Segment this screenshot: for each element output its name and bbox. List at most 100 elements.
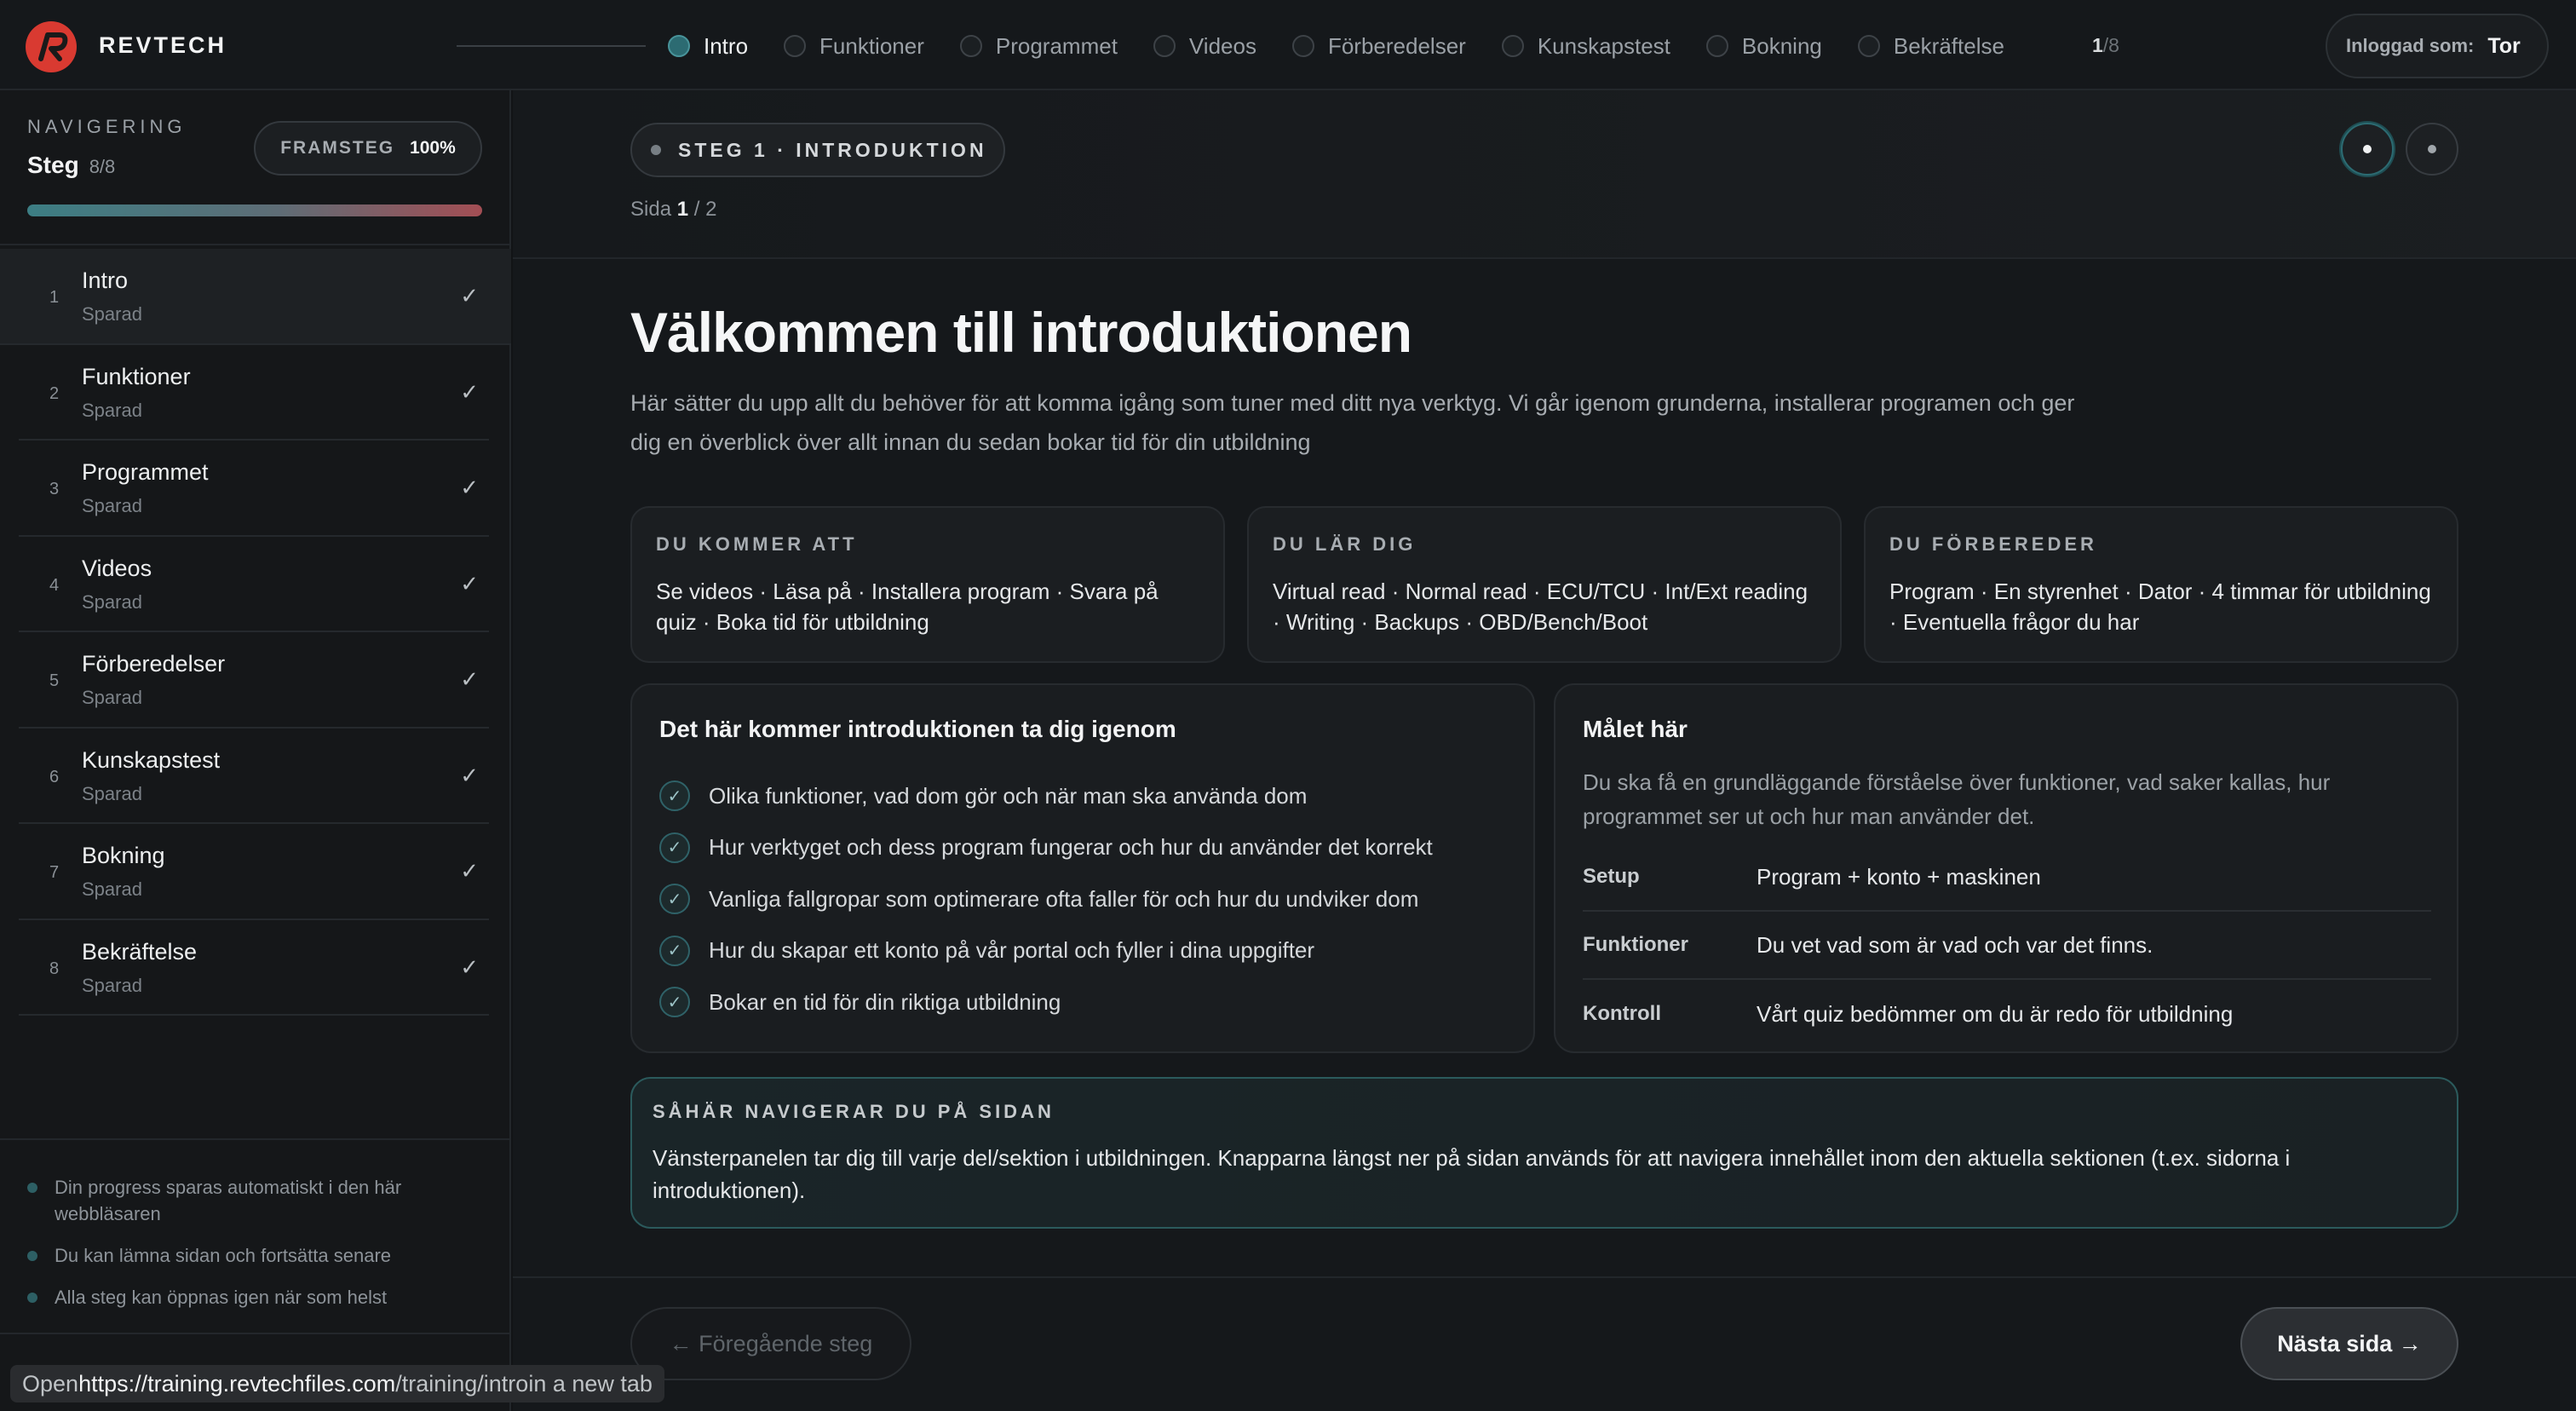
sidebar-item-status: Sparad [82,782,142,804]
step-label: Bokning [1741,32,1822,59]
check-circle-icon: ✓ [659,832,690,863]
sidebar-item-videos[interactable]: 4 Videos Sparad ✓ [19,537,489,632]
sidebar-item-number: 5 [49,671,60,690]
check-icon: ✓ [460,953,479,980]
sidebar-item-funktioner[interactable]: 2 Funktioner Sparad ✓ [19,345,489,441]
step-label: Videos [1188,32,1256,59]
note-item: Du kan lämna sidan och fortsätta senare [0,1242,511,1269]
step-videos[interactable]: Videos [1153,33,1256,60]
checklist: ✓ Olika funktioner, vad dom gör och när m… [659,770,1433,1028]
check-icon: ✓ [460,762,479,788]
progress-value: 100% [410,138,456,158]
sidebar-item-number: 2 [49,383,60,403]
check-icon: ✓ [460,570,479,596]
link-preview-suffix: in a new tab [528,1370,653,1397]
sidebar-item-number: 6 [49,767,60,786]
goal-key: Kontroll [1583,1002,1661,1025]
steg-count: 8/8 [89,156,116,177]
step-kunskapstest[interactable]: Kunskapstest [1501,33,1670,60]
info-card: DU LÄR DIG Virtual read · Normal read · … [1247,506,1842,663]
page-dot-icon [2363,145,2372,153]
step-forberedelser[interactable]: Förberedelser [1291,33,1466,60]
note-text: Du kan lämna sidan och fortsätta senare [55,1245,392,1266]
goal-key: Setup [1583,865,1640,888]
previous-step-button[interactable]: ← Föregående steg [630,1307,911,1380]
sidebar-step-list: 1 Intro Sparad ✓ 2 Funktioner Sparad ✓ 3… [0,249,511,1016]
checklist-item: ✓ Olika funktioner, vad dom gör och när m… [659,770,1433,822]
checklist-item-text: Vanliga fallgropar som optimerare ofta f… [709,885,1419,912]
step-funktioner[interactable]: Funktioner [784,33,924,60]
link-preview-prefix: Open [22,1370,79,1397]
checklist-item-text: Olika funktioner, vad dom gör och när ma… [709,782,1308,809]
sidebar-item-intro[interactable]: 1 Intro Sparad ✓ [0,249,511,345]
step-label: Intro [704,32,749,59]
sidebar-item-forberedelser[interactable]: 5 Förberedelser Sparad ✓ [19,632,489,729]
page-label: Sida [630,198,672,221]
sidebar-item-status: Sparad [82,495,142,516]
sidebar-item-bekraftelse[interactable]: 8 Bekräftelse Sparad ✓ [19,920,489,1016]
checklist-panel: Det här kommer introduktionen ta dig ige… [630,683,1535,1053]
check-icon: ✓ [460,666,479,692]
next-page-button[interactable]: Nästa sida → [2240,1307,2458,1380]
step-dot-icon [668,35,690,57]
link-preview-tooltip: Open https://training.revtechfiles.com/t… [10,1365,664,1402]
page-current: 1 [676,198,689,221]
checklist-item: ✓ Bokar en tid för din riktiga utbildning [659,976,1433,1028]
sidebar-item-label: Förberedelser [82,651,226,677]
goal-key: Funktioner [1583,933,1688,956]
step-bekraftelse[interactable]: Bekräftelse [1857,32,2004,60]
progress-bar-fill [27,204,482,216]
page-total: / 2 [688,198,717,221]
user-badge[interactable]: Inloggad som: Tor [2326,14,2549,78]
sidebar-item-bokning[interactable]: 7 Bokning Sparad ✓ [19,824,489,920]
bullet-icon [27,1251,37,1261]
top-bar: REVTECH Intro Funktioner Programmet Vide… [0,0,2576,90]
goal-value: Du vet vad som är vad och var det finns. [1757,931,2153,958]
step-dot-icon [1501,35,1524,57]
note-text: Alla steg kan öppnas igen när som helst [55,1287,388,1308]
sidebar-item-programmet[interactable]: 3 Programmet Sparad ✓ [19,441,489,537]
sidebar-item-status: Sparad [82,399,142,421]
step-counter-current: 1 [2092,34,2103,56]
goal-value: Program + konto + maskinen [1757,863,2041,890]
step-programmet[interactable]: Programmet [959,33,1118,60]
main-content: STEG 1 · INTRODUKTION Sida 1 / 2 Välkomm… [513,90,2576,1411]
page-indicator: Sida 1 / 2 [630,198,716,222]
revtech-logo-icon[interactable] [26,21,77,72]
step-dot-icon [1153,35,1176,57]
sidebar-item-label: Bekräftelse [82,938,198,965]
check-circle-icon: ✓ [659,780,690,812]
bullet-icon [27,1293,37,1303]
sidebar-item-label: Bokning [82,843,165,868]
bullet-icon [27,1183,37,1193]
section-badge-label: STEG 1 · INTRODUKTION [678,138,987,161]
user-label: Inloggad som: [2346,35,2475,56]
sidebar-item-kunskapstest[interactable]: 6 Kunskapstest Sparad ✓ [19,729,489,824]
check-icon: ✓ [460,378,479,405]
page-dot-icon [2428,145,2436,153]
brand-name: REVTECH [99,32,227,58]
step-intro[interactable]: Intro [668,33,748,60]
page-dot-1[interactable] [2341,123,2394,176]
page-lead: Här sätter du upp allt du behöver för at… [630,390,2075,455]
step-counter: 1/8 [2092,34,2119,57]
step-label: Bekräftelse [1893,32,2004,59]
steg-label: Steg [27,152,79,178]
sidebar-item-label: Videos [82,555,152,581]
sidebar-steg: Steg 8/8 [27,152,115,179]
checklist-item: ✓ Hur du skapar ett konto på vår portal o… [659,925,1433,977]
sidebar-item-label: Funktioner [82,363,191,389]
step-dot-icon [784,35,807,57]
page-dot-2[interactable] [2406,123,2458,176]
step-dot-icon [1857,35,1880,57]
step-dot-icon [1705,35,1728,57]
checklist-title: Det här kommer introduktionen ta dig ige… [659,716,1176,742]
step-bokning[interactable]: Bokning [1705,32,1822,60]
sidebar-item-number: 4 [49,575,60,595]
check-circle-icon: ✓ [659,884,690,915]
step-dot-icon [959,35,982,57]
sidebar-divider [0,244,511,245]
page-footer: ← Föregående steg Nästa sida → [513,1276,2576,1411]
navigation-help: SÅHÄR NAVIGERAR DU PÅ SIDAN Vänsterpanel… [630,1077,2458,1229]
sidebar-item-label: Programmet [82,459,209,485]
